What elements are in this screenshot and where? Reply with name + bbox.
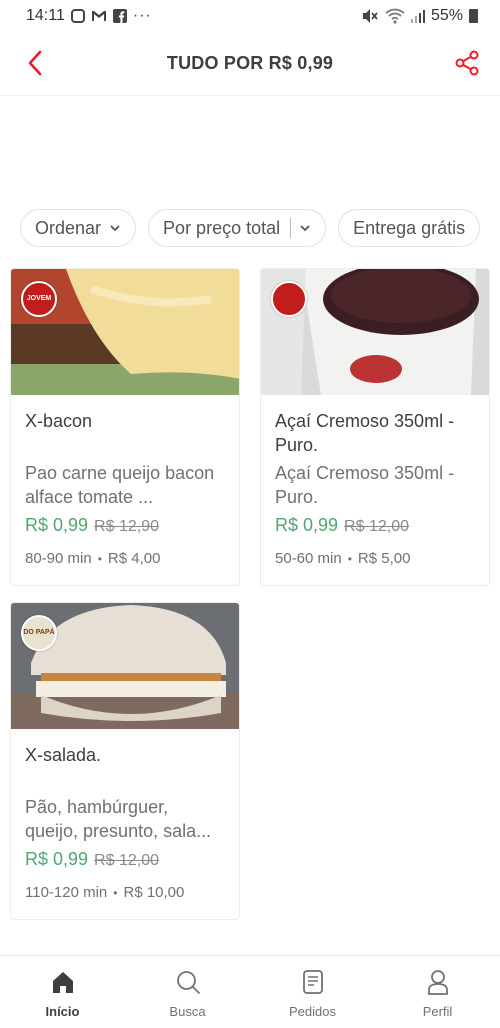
nav-label: Busca (169, 1004, 206, 1019)
price-row: R$ 0,99 R$ 12,00 (275, 515, 475, 536)
price-filter-chip[interactable]: Por preço total (148, 209, 327, 247)
delivery-info: 80-90 min • R$ 4,00 (25, 550, 225, 581)
chip-label: Entrega grátis (353, 217, 466, 238)
separator-dot: • (97, 551, 102, 566)
share-icon (455, 50, 479, 76)
product-card[interactable]: JOVEM X-bacon Pao carne queijo bacon alf… (10, 268, 240, 586)
home-icon (49, 968, 77, 996)
search-icon (174, 968, 202, 996)
chip-label: Por preço total (163, 217, 281, 238)
nav-label: Início (45, 1004, 80, 1019)
chevron-down-icon (109, 224, 121, 232)
restaurant-logo (271, 281, 307, 317)
back-button[interactable] (18, 46, 52, 80)
orders-icon (299, 968, 327, 996)
signal-icon (410, 9, 425, 23)
chevron-down-icon (299, 224, 311, 232)
product-image: DO PAPÁ (11, 603, 239, 729)
product-image (261, 269, 489, 395)
delivery-fee: R$ 5,00 (357, 550, 411, 567)
status-time: 14:11 (26, 7, 65, 24)
nav-label: Pedidos (289, 1004, 336, 1019)
product-title: X-salada. (25, 745, 102, 765)
gmail-icon (91, 9, 107, 23)
status-bar: 14:11 ··· 55% (0, 0, 500, 32)
product-description: Pao carne queijo bacon alface tomate ... (25, 463, 215, 507)
header: TUDO POR R$ 0,99 (0, 32, 500, 96)
product-description: Pão, hambúrguer, queijo, presunto, sala.… (25, 797, 212, 841)
chip-divider (290, 218, 292, 238)
product-info: X-salada. Pão, hambúrguer, queijo, presu… (11, 729, 239, 915)
nav-item-profile[interactable]: Perfil (375, 956, 500, 1028)
product-title: Açaí Cremoso 350ml - Puro. (275, 411, 455, 455)
nav-item-home[interactable]: Início (0, 956, 125, 1028)
price-row: R$ 0,99 R$ 12,90 (25, 515, 225, 536)
product-description: Açaí Cremoso 350ml - Puro. (275, 463, 455, 507)
delivery-fee: R$ 10,00 (123, 884, 185, 901)
product-image: JOVEM (11, 269, 239, 395)
nav-label: Perfil (422, 1004, 453, 1019)
battery-icon (469, 9, 478, 23)
facebook-icon (112, 9, 127, 23)
delivery-info: 50-60 min • R$ 5,00 (275, 550, 475, 581)
product-title: X-bacon (25, 411, 93, 431)
product-info: X-bacon Pao carne queijo bacon alface to… (11, 395, 239, 581)
product-card[interactable]: Açaí Cremoso 350ml - Puro. Açaí Cremoso … (260, 268, 490, 586)
product-old-price: R$ 12,00 (94, 852, 159, 869)
delivery-info: 110-120 min • R$ 10,00 (25, 884, 225, 915)
bottom-navigation: Início Busca Pedidos Perfil (0, 955, 500, 1028)
separator-dot: • (347, 551, 352, 566)
separator-dot: • (113, 885, 118, 900)
restaurant-logo: JOVEM (21, 281, 57, 317)
share-button[interactable] (450, 46, 484, 80)
nav-item-orders[interactable]: Pedidos (250, 956, 375, 1028)
chip-label: Ordenar (35, 217, 102, 238)
delivery-fee: R$ 4,00 (107, 550, 161, 567)
more-notifications-icon: ··· (132, 7, 152, 24)
product-price: R$ 0,99 (275, 515, 339, 535)
mute-icon (361, 8, 379, 24)
restaurant-logo: DO PAPÁ (21, 615, 57, 651)
filter-bar: Ordenar Por preço total Entrega grátis (20, 209, 500, 249)
delivery-time: 80-90 min (25, 550, 92, 567)
product-price: R$ 0,99 (25, 849, 89, 869)
chevron-left-icon (28, 50, 42, 76)
sort-filter-chip[interactable]: Ordenar (20, 209, 137, 247)
wifi-icon (385, 8, 405, 24)
free-delivery-filter-chip[interactable]: Entrega grátis (338, 209, 481, 247)
delivery-time: 50-60 min (275, 550, 342, 567)
battery-percent: 55% (430, 7, 463, 24)
status-right: 55% (361, 7, 478, 25)
page-title: TUDO POR R$ 0,99 (166, 53, 334, 73)
profile-icon (424, 968, 452, 996)
delivery-time: 110-120 min (25, 884, 108, 901)
product-price: R$ 0,99 (25, 515, 89, 535)
status-left: 14:11 ··· (26, 7, 152, 25)
product-old-price: R$ 12,00 (344, 518, 409, 535)
product-old-price: R$ 12,90 (94, 518, 159, 535)
product-card[interactable]: DO PAPÁ X-salada. Pão, hambúrguer, queij… (10, 602, 240, 920)
nav-item-search[interactable]: Busca (125, 956, 250, 1028)
price-row: R$ 0,99 R$ 12,00 (25, 849, 225, 870)
instagram-icon (70, 9, 85, 23)
product-info: Açaí Cremoso 350ml - Puro. Açaí Cremoso … (261, 395, 489, 581)
